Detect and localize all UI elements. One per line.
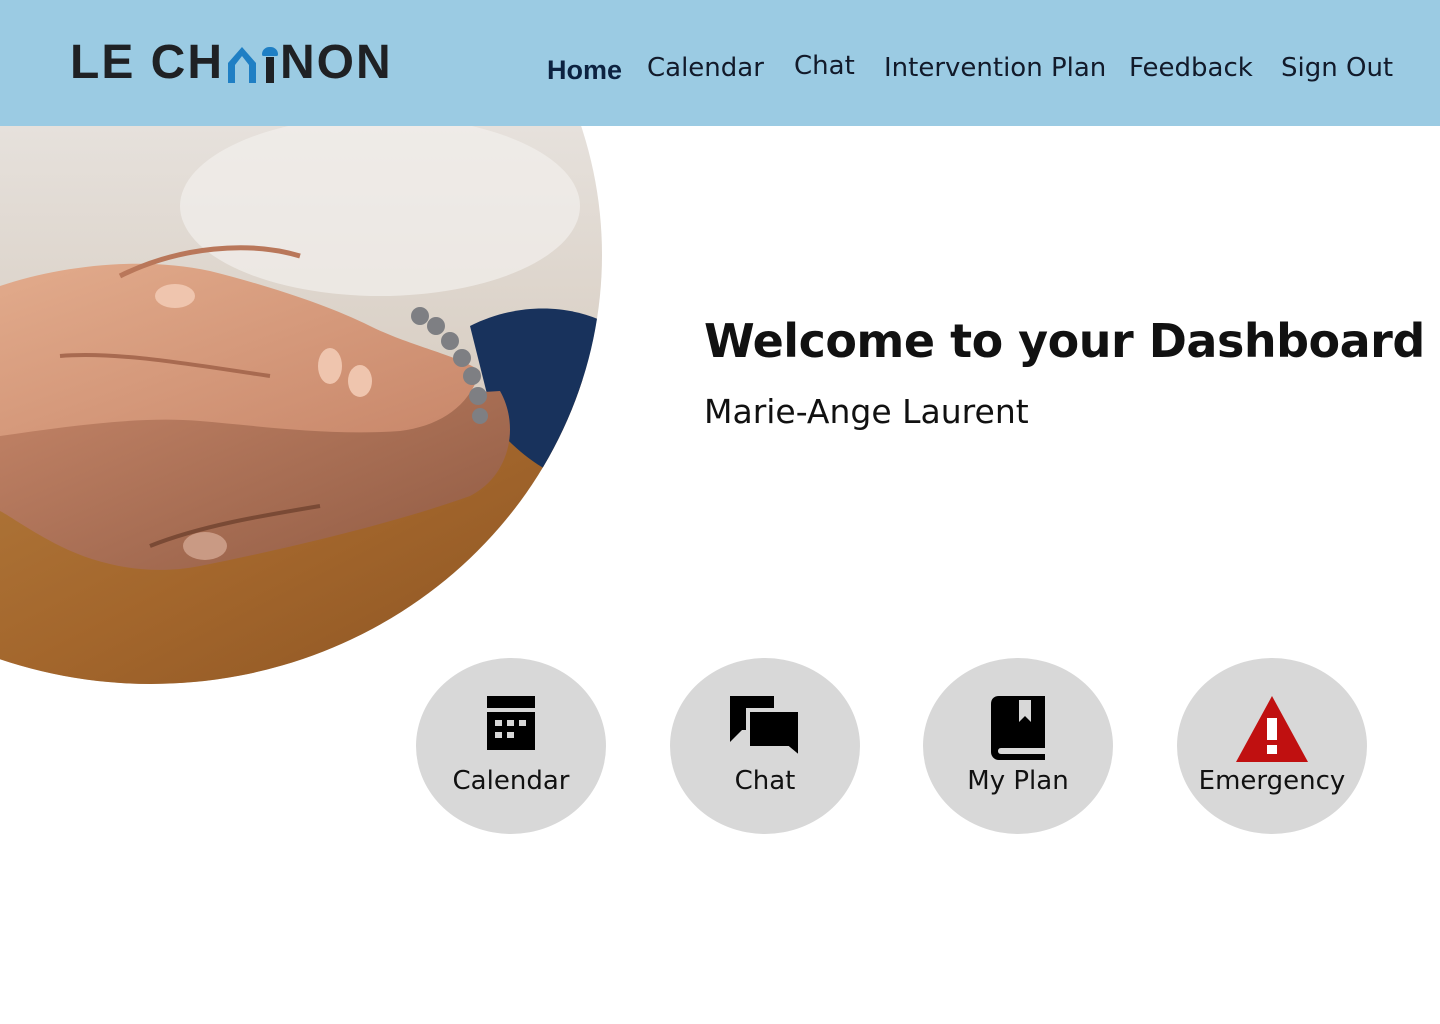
hero-image <box>0 126 602 684</box>
tile-chat-label: Chat <box>734 766 796 796</box>
nav-home[interactable]: Home <box>547 52 622 88</box>
tile-emergency-label: Emergency <box>1198 766 1346 796</box>
welcome-heading: Welcome to your Dashboard <box>704 314 1425 368</box>
main-nav: Home Calendar Chat Intervention Plan Fee… <box>0 50 1440 90</box>
nav-sign-out[interactable]: Sign Out <box>1281 50 1393 86</box>
hero-image-wrap <box>0 126 602 684</box>
tile-my-plan[interactable]: My Plan <box>923 658 1113 834</box>
tile-my-plan-label: My Plan <box>967 766 1069 796</box>
tile-emergency[interactable]: Emergency <box>1177 658 1367 834</box>
tile-calendar[interactable]: Calendar <box>416 658 606 834</box>
nav-intervention-plan[interactable]: Intervention Plan <box>884 50 1106 86</box>
tile-calendar-label: Calendar <box>452 766 570 796</box>
calendar-icon <box>487 696 535 754</box>
nav-feedback[interactable]: Feedback <box>1129 50 1253 86</box>
book-icon <box>991 696 1045 764</box>
nav-chat[interactable]: Chat <box>794 48 855 84</box>
warning-icon <box>1236 696 1308 766</box>
top-bar: LE CH NON Home Calendar Chat Interventio… <box>0 0 1440 126</box>
chat-icon <box>730 696 802 763</box>
nav-calendar[interactable]: Calendar <box>647 50 764 86</box>
tile-chat[interactable]: Chat <box>670 658 860 834</box>
user-name: Marie-Ange Laurent <box>704 392 1029 431</box>
